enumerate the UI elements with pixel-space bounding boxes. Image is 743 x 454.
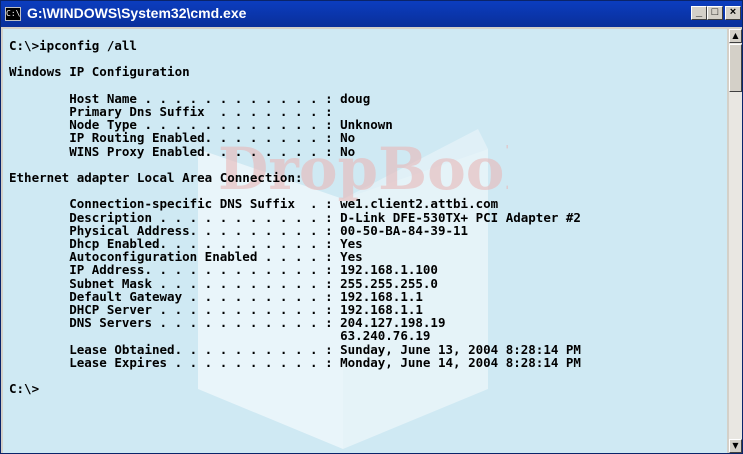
- console-line: Subnet Mask . . . . . . . . . . . : 255.…: [9, 275, 438, 291]
- console-line: C:\>: [9, 381, 40, 397]
- console-line: Lease Expires . . . . . . . . . . : Mond…: [9, 354, 581, 370]
- scroll-thumb[interactable]: [729, 44, 742, 92]
- console-window: C:\ G:\WINDOWS\System32\cmd.exe _ □ × Dr…: [0, 0, 743, 454]
- scroll-down-button[interactable]: ▼: [729, 439, 742, 453]
- console-line: Windows IP Configuration: [9, 64, 190, 80]
- console-line: C:\>ipconfig /all: [9, 38, 137, 53]
- console-output: C:\>ipconfig /all Windows IP Configurati…: [9, 38, 581, 397]
- console-line: IP Address. . . . . . . . . . . . : 192.…: [9, 262, 438, 278]
- console-area[interactable]: DropBooks C:\>ipconfig /all Windows IP C…: [3, 29, 727, 453]
- window-title: G:\WINDOWS\System32\cmd.exe: [27, 5, 247, 21]
- maximize-button[interactable]: □: [707, 6, 723, 20]
- cmd-icon[interactable]: C:\: [5, 7, 21, 21]
- title-bar[interactable]: C:\ G:\WINDOWS\System32\cmd.exe _ □ ×: [1, 1, 742, 27]
- console-line: Ethernet adapter Local Area Connection:: [9, 170, 303, 186]
- minimize-button[interactable]: _: [691, 6, 707, 20]
- console-line: Lease Obtained. . . . . . . . . . : Sund…: [9, 341, 581, 357]
- vertical-scrollbar[interactable]: ▲ ▼: [729, 29, 742, 453]
- console-line: Connection-specific DNS Suffix . : we1.c…: [9, 196, 499, 212]
- console-line: Description . . . . . . . . . . . : D-Li…: [9, 209, 581, 225]
- console-line: IP Routing Enabled. . . . . . . . : No: [9, 130, 356, 146]
- console-line: 63.240.76.19: [9, 328, 431, 344]
- console-line: WINS Proxy Enabled. . . . . . . . : No: [9, 143, 356, 159]
- close-button[interactable]: ×: [725, 6, 741, 20]
- scroll-up-button[interactable]: ▲: [729, 29, 742, 43]
